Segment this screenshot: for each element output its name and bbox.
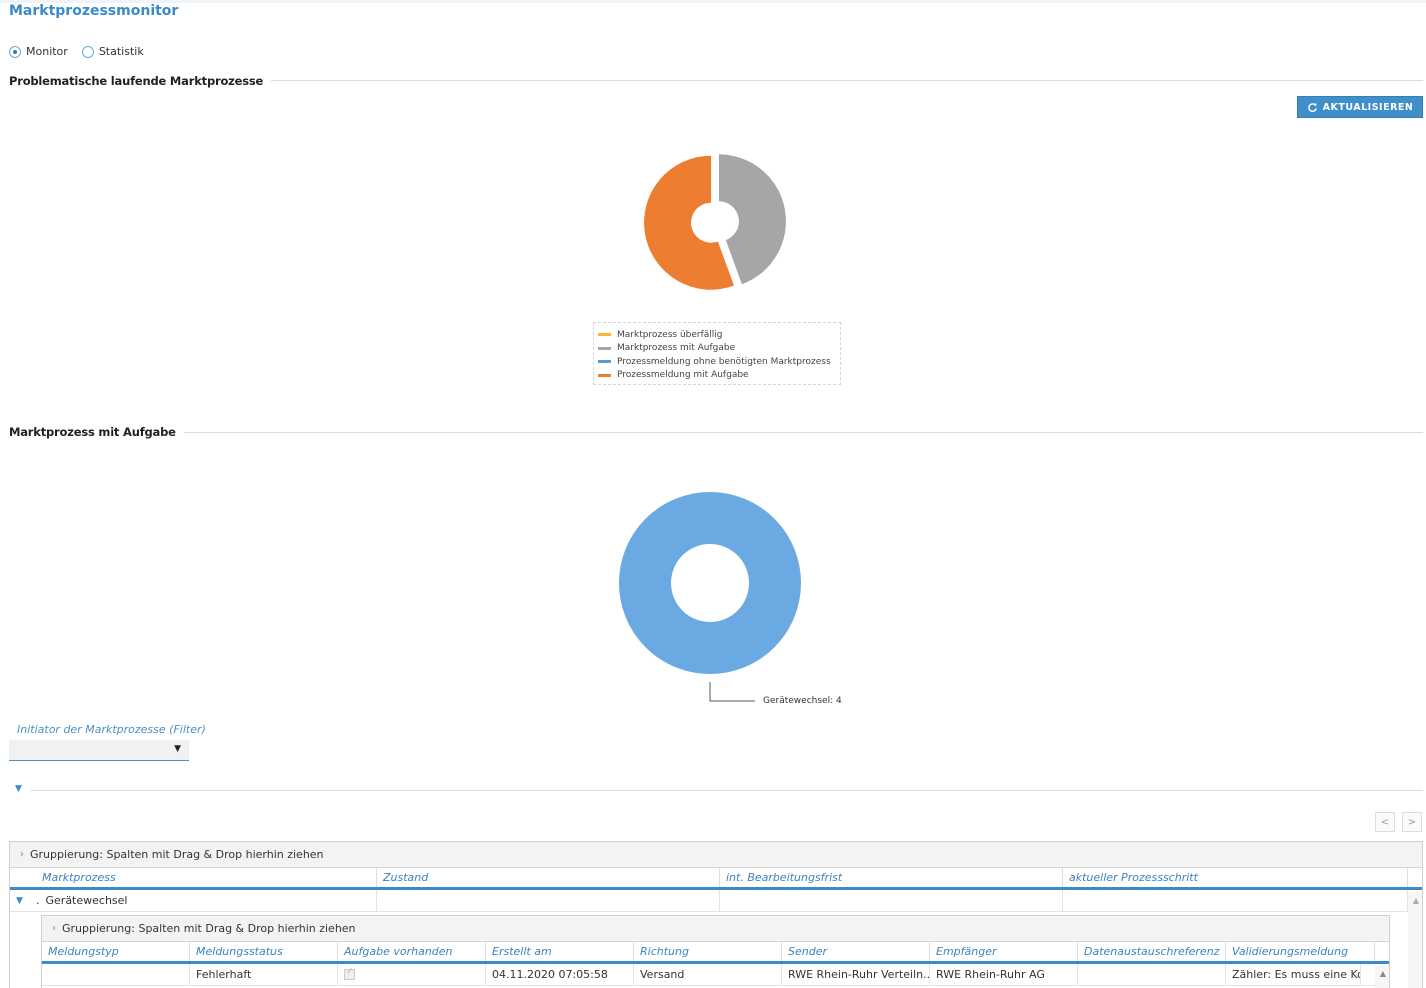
aufgabe-checkbox[interactable] bbox=[344, 967, 355, 980]
column-header-referenz[interactable]: Datenaustauschreferenz bbox=[1078, 942, 1226, 961]
legend-label: Prozessmeldung ohne benötigten Marktproz… bbox=[617, 356, 831, 367]
column-header-erstellt[interactable]: Erstellt am bbox=[486, 942, 634, 961]
legend-swatch bbox=[598, 346, 611, 350]
detail-group-hint: Gruppierung: Spalten mit Drag & Drop hie… bbox=[62, 922, 356, 935]
section1-title: Problematische laufende Marktprozesse bbox=[9, 74, 272, 88]
column-header-empfaenger[interactable]: Empfänger bbox=[930, 942, 1078, 961]
grid-header: Marktprozess Zustand int. Bearbeitungsfr… bbox=[10, 868, 1422, 890]
column-header-meldungstyp[interactable]: Meldungstyp bbox=[42, 942, 190, 961]
legend-label: Prozessmeldung mit Aufgabe bbox=[617, 370, 749, 381]
group-drop-zone[interactable]: › Gruppierung: Spalten mit Drag & Drop h… bbox=[10, 842, 1422, 868]
detail-grid: › Gruppierung: Spalten mit Drag & Drop h… bbox=[41, 915, 1390, 988]
radio-statistik-label: Statistik bbox=[98, 45, 144, 58]
radio-monitor[interactable]: Monitor bbox=[9, 45, 68, 58]
filter-label: Initiator der Marktprozesse (Filter) bbox=[17, 723, 206, 736]
row-name: Gerätewechsel bbox=[45, 894, 128, 907]
table-row[interactable]: ▼ . Gerätewechsel bbox=[10, 890, 1422, 912]
chart1-legend: Marktprozess überfällig Marktprozess mit… bbox=[593, 322, 841, 385]
column-header-validierung[interactable]: Validierungsmeldung bbox=[1226, 942, 1375, 961]
dropdown-arrow-icon: ▼ bbox=[174, 744, 181, 754]
column-header-aufgabe[interactable]: Aufgabe vorhanden bbox=[338, 942, 486, 961]
initiator-filter-select[interactable]: ▼ bbox=[9, 740, 189, 761]
cell-erstellt: 04.11.2020 07:05:58 bbox=[486, 964, 634, 985]
cell-marktprozess: . Gerätewechsel bbox=[36, 890, 377, 911]
column-header-richtung[interactable]: Richtung bbox=[634, 942, 782, 961]
chevron-right-icon: › bbox=[52, 923, 56, 934]
table-row[interactable]: Fehlerhaft 04.11.2020 07:05:58 Versand R… bbox=[42, 964, 1389, 986]
data-label-leader-line bbox=[709, 682, 755, 702]
column-header-marktprozess[interactable]: Marktprozess bbox=[36, 868, 377, 887]
view-switch: Monitor Statistik bbox=[9, 45, 144, 58]
cell-richtung: Versand bbox=[634, 964, 782, 985]
column-header-sender[interactable]: Sender bbox=[782, 942, 930, 961]
collapse-toggle-icon[interactable]: ▼ bbox=[15, 784, 22, 794]
cell-frist bbox=[720, 890, 1063, 911]
top-border bbox=[0, 0, 1426, 3]
page-title: Marktprozessmonitor bbox=[9, 3, 179, 19]
pager-next-button[interactable]: > bbox=[1402, 812, 1422, 832]
section2-divider bbox=[9, 432, 1423, 433]
legend-item[interactable]: Marktprozess mit Aufgabe bbox=[598, 342, 836, 356]
group-hint: Gruppierung: Spalten mit Drag & Drop hie… bbox=[30, 848, 324, 861]
cell-schritt bbox=[1063, 890, 1408, 911]
pie-slice[interactable] bbox=[718, 154, 786, 285]
legend-swatch bbox=[598, 333, 611, 337]
column-header-zustand[interactable]: Zustand bbox=[377, 868, 720, 887]
header-spacer bbox=[10, 868, 36, 887]
legend-swatch bbox=[598, 373, 611, 377]
legend-item[interactable]: Prozessmeldung ohne benötigten Marktproz… bbox=[598, 355, 836, 369]
cell-empfaenger: RWE Rhein-Ruhr AG bbox=[930, 964, 1078, 985]
cell-meldungsstatus: Fehlerhaft bbox=[190, 964, 338, 985]
pie-slice[interactable] bbox=[619, 492, 801, 674]
radio-monitor-label: Monitor bbox=[26, 45, 68, 58]
detail-group-drop-zone[interactable]: › Gruppierung: Spalten mit Drag & Drop h… bbox=[42, 916, 1389, 942]
chart2-data-label: Gerätewechsel: 4 bbox=[763, 696, 842, 706]
legend-item[interactable]: Marktprozess überfällig bbox=[598, 328, 836, 342]
expand-icon[interactable]: ▼ bbox=[10, 890, 36, 911]
refresh-button-label: AKTUALISIEREN bbox=[1322, 101, 1414, 113]
collapse-divider bbox=[30, 790, 1423, 791]
scroll-up-icon[interactable]: ▲ bbox=[1413, 896, 1419, 905]
cell-meldungstyp bbox=[42, 964, 190, 985]
cell-referenz bbox=[1078, 964, 1226, 985]
radio-checked-icon bbox=[9, 45, 21, 58]
column-header-meldungsstatus[interactable]: Meldungsstatus bbox=[190, 942, 338, 961]
legend-item[interactable]: Prozessmeldung mit Aufgabe bbox=[598, 369, 836, 383]
scroll-up-icon[interactable]: ▲ bbox=[1380, 969, 1386, 978]
pager-prev-button[interactable]: < bbox=[1375, 812, 1395, 832]
problem-donut-chart bbox=[644, 154, 786, 290]
section2-title: Marktprozess mit Aufgabe bbox=[9, 425, 184, 439]
detail-grid-header: Meldungstyp Meldungsstatus Aufgabe vorha… bbox=[42, 942, 1389, 964]
marktprozess-grid: › Gruppierung: Spalten mit Drag & Drop h… bbox=[9, 841, 1423, 988]
radio-statistik[interactable]: Statistik bbox=[81, 45, 144, 58]
row-marker: . bbox=[36, 894, 40, 907]
task-donut-chart bbox=[619, 492, 801, 702]
cell-validierung: Zähler: Es muss eine Ko... bbox=[1226, 964, 1361, 985]
refresh-button[interactable]: AKTUALISIEREN bbox=[1297, 96, 1423, 118]
chevron-right-icon: › bbox=[20, 849, 24, 860]
detail-scrollbar[interactable]: ▲ bbox=[1375, 966, 1389, 988]
legend-label: Marktprozess mit Aufgabe bbox=[617, 343, 736, 354]
cell-aufgabe bbox=[338, 964, 486, 985]
column-header-prozessschritt[interactable]: aktueller Prozessschritt bbox=[1063, 868, 1408, 887]
grid-scrollbar[interactable]: ▲ bbox=[1408, 892, 1422, 988]
legend-label: Marktprozess überfällig bbox=[617, 329, 723, 340]
column-header-frist[interactable]: int. Bearbeitungsfrist bbox=[720, 868, 1063, 887]
cell-zustand bbox=[377, 890, 720, 911]
radio-unchecked-icon bbox=[81, 45, 94, 58]
legend-swatch bbox=[598, 360, 611, 364]
cell-sender: RWE Rhein-Ruhr Verteiln... bbox=[782, 964, 930, 985]
refresh-icon bbox=[1307, 102, 1317, 112]
